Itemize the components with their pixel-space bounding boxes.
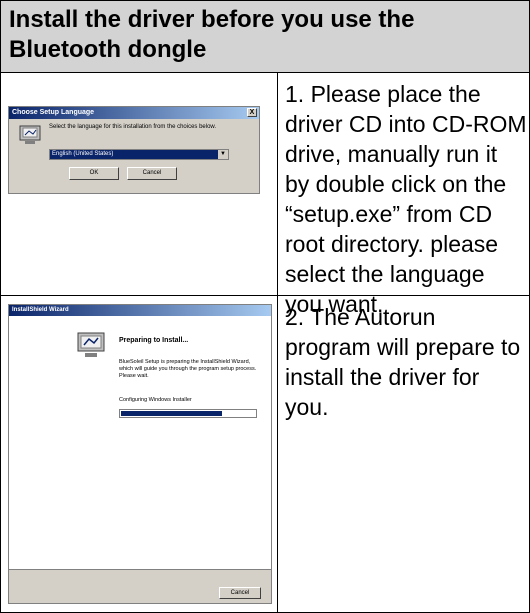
language-select: English (United States) ▼ <box>49 149 229 160</box>
progress-fill <box>121 411 222 416</box>
chevron-down-icon: ▼ <box>218 150 228 159</box>
dialog-title: Choose Setup Language <box>12 109 95 116</box>
ok-button: OK <box>69 167 119 180</box>
dialog-prompt: Select the language for this installatio… <box>49 124 217 130</box>
cancel-button: Cancel <box>127 167 177 180</box>
close-icon: X <box>247 108 257 117</box>
step-row-1: Choose Setup Language X Select the langu… <box>1 73 529 317</box>
step-row-2: InstallShield Wizard Preparing to Instal… <box>1 296 529 612</box>
header-title: Install the driver before you use the Bl… <box>9 6 415 63</box>
dialog-title: InstallShield Wizard <box>12 307 69 313</box>
choose-setup-language-dialog: Choose Setup Language X Select the langu… <box>8 106 260 194</box>
installshield-wizard-dialog: InstallShield Wizard Preparing to Instal… <box>8 304 272 604</box>
dialog-title-bar: Choose Setup Language X <box>9 107 259 119</box>
instruction-table: Install the driver before you use the Bl… <box>0 0 530 613</box>
wizard-description: BlueSoleil Setup is preparing the Instal… <box>119 359 257 379</box>
step-text-1: 1. Please place the driver CD into CD-RO… <box>285 81 527 317</box>
step-text-2: 2. The Autorun program will prepare to i… <box>285 304 521 420</box>
install-progress-bar <box>119 409 257 418</box>
screenshot-cell: InstallShield Wizard Preparing to Instal… <box>1 296 278 612</box>
cancel-button: Cancel <box>219 587 261 599</box>
wizard-heading: Preparing to Install... <box>119 337 189 344</box>
dialog-title-bar: InstallShield Wizard <box>9 305 271 316</box>
table-header: Install the driver before you use the Bl… <box>1 1 529 73</box>
wizard-footer: Cancel <box>9 569 271 603</box>
language-select-value: English (United States) <box>52 151 114 157</box>
wizard-status: Configuring Windows Installer <box>119 397 192 403</box>
computer-icon <box>19 125 41 144</box>
screenshot-cell: Choose Setup Language X Select the langu… <box>1 73 278 295</box>
computer-icon <box>77 332 105 357</box>
